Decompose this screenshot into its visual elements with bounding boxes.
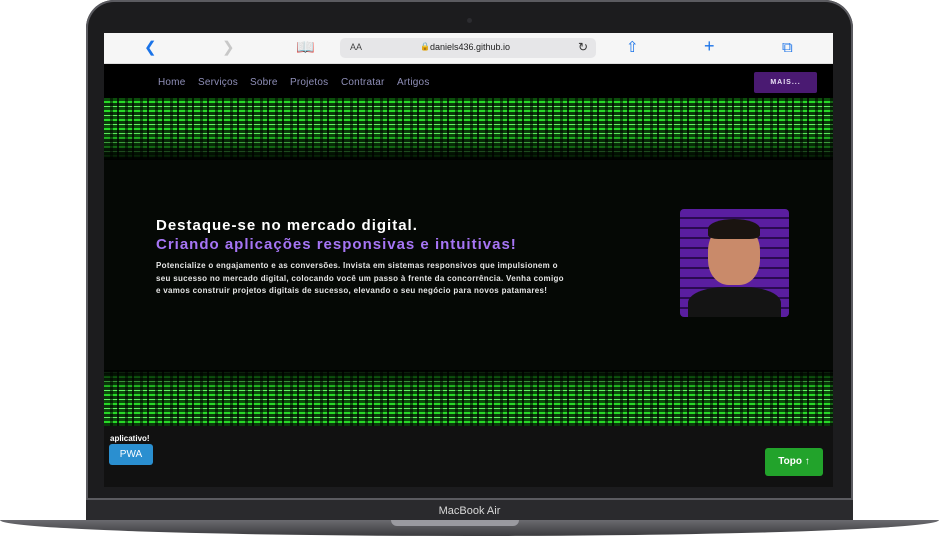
- screen: ❮ ❯ 📖 AA 🔒 daniels436.github.io ↻ ⇧ + ⧉ …: [104, 33, 833, 487]
- matrix-background-bottom: [104, 370, 833, 426]
- chevron-left-icon[interactable]: ❮: [144, 39, 157, 57]
- hero-description: Potencialize o engajamento e as conversõ…: [156, 261, 564, 295]
- back-to-top-button[interactable]: Topo ↑: [765, 448, 823, 476]
- url-text: daniels436.github.io: [430, 42, 511, 52]
- laptop-notch: [391, 520, 519, 526]
- matrix-background-top: [104, 98, 833, 160]
- more-button[interactable]: MAIS...: [754, 72, 817, 93]
- pwa-label: aplicativo!: [110, 434, 150, 443]
- text-size-button[interactable]: AA: [350, 42, 362, 52]
- share-icon[interactable]: ⇧: [626, 39, 639, 57]
- lock-icon: 🔒: [420, 42, 430, 51]
- camera: [467, 18, 472, 23]
- nav-servicos[interactable]: Serviços: [198, 77, 238, 88]
- browser-toolbar: ❮ ❯ 📖 AA 🔒 daniels436.github.io ↻ ⇧ + ⧉: [104, 33, 833, 64]
- nav-artigos[interactable]: Artigos: [397, 77, 430, 88]
- chevron-right-icon[interactable]: ❯: [222, 39, 235, 57]
- tabs-icon[interactable]: ⧉: [782, 39, 793, 57]
- pwa-install-button[interactable]: PWA: [109, 444, 153, 465]
- nav-home[interactable]: Home: [158, 77, 185, 88]
- avatar-body: [688, 287, 781, 317]
- site-nav: Home Serviços Sobre Projetos Contratar A…: [104, 64, 833, 98]
- hero-subtitle: Criando aplicações responsivas e intuiti…: [156, 236, 517, 253]
- model-label: MacBook Air: [438, 505, 501, 517]
- website: Home Serviços Sobre Projetos Contratar A…: [104, 64, 833, 487]
- profile-photo: [680, 209, 789, 317]
- laptop-base: MacBook Air: [0, 500, 939, 539]
- book-icon[interactable]: 📖: [296, 39, 315, 57]
- nav-projetos[interactable]: Projetos: [290, 77, 328, 88]
- laptop-chin: MacBook Air: [86, 500, 853, 522]
- address-bar[interactable]: AA 🔒 daniels436.github.io ↻: [340, 38, 596, 58]
- plus-icon[interactable]: +: [704, 37, 715, 55]
- nav-contratar[interactable]: Contratar: [341, 77, 385, 88]
- footer-area: [104, 426, 833, 487]
- avatar-hair: [708, 219, 760, 239]
- hero-title: Destaque-se no mercado digital.: [156, 217, 418, 234]
- nav-sobre[interactable]: Sobre: [250, 77, 278, 88]
- reload-icon[interactable]: ↻: [578, 40, 588, 54]
